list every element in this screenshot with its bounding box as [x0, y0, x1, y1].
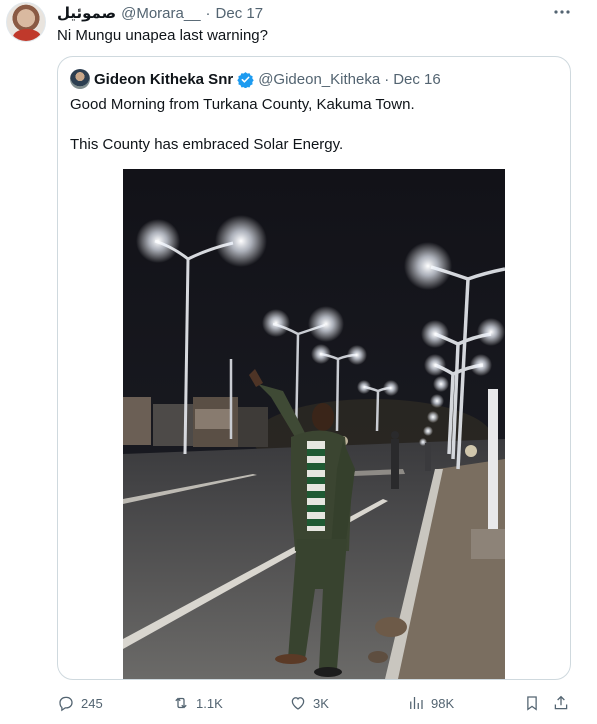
like-count: 3K [313, 695, 329, 711]
quoted-author-handle[interactable]: @Gideon_Kitheka [258, 71, 380, 88]
repost-count: 1.1K [196, 695, 223, 711]
views-button[interactable]: 98K [407, 690, 454, 716]
reply-button[interactable]: 245 [57, 690, 103, 716]
quoted-paragraph: This County has embraced Solar Energy. [70, 136, 344, 153]
views-chart-icon [410, 697, 423, 709]
more-icon[interactable] [551, 4, 573, 20]
quoted-date[interactable]: Dec 16 [393, 71, 441, 88]
tweet-date[interactable]: Dec 17 [216, 5, 264, 22]
views-count: 98K [431, 695, 455, 711]
like-button[interactable]: 3K [289, 690, 329, 716]
tweet-text: Ni Mungu unapea last warning? [57, 27, 268, 44]
author-avatar[interactable] [6, 2, 46, 42]
author-handle[interactable]: @Morara__ [121, 5, 200, 22]
header-separator: · [205, 4, 211, 22]
action-bar: 245 1.1K 3K 98K [0, 690, 597, 716]
quoted-tweet[interactable]: Gideon Kitheka Snr @Gideon_Kitheka · Dec… [57, 56, 571, 680]
quoted-text: Good Morning from Turkana County, Kakuma… [70, 95, 550, 155]
street-photo-illustration [123, 169, 505, 679]
quoted-photo[interactable] [123, 169, 505, 679]
bookmark-icon [527, 696, 537, 711]
tweet-header: صموئيل @Morara__ · Dec 17 [57, 3, 263, 23]
share-button[interactable] [552, 690, 570, 716]
heart-icon [291, 697, 305, 710]
quoted-separator: · [384, 70, 390, 88]
bookmark-button[interactable] [523, 690, 541, 716]
repost-icon [175, 697, 187, 709]
quoted-author-avatar[interactable] [70, 69, 90, 89]
repost-button[interactable]: 1.1K [172, 690, 223, 716]
quoted-paragraph: Good Morning from Turkana County, Kakuma… [70, 96, 415, 113]
tweet[interactable]: صموئيل @Morara__ · Dec 17 Ni Mungu unape… [0, 0, 597, 724]
more-dots-icon [554, 10, 570, 14]
author-name[interactable]: صموئيل [57, 4, 116, 22]
quoted-header: Gideon Kitheka Snr @Gideon_Kitheka · Dec… [70, 69, 441, 89]
reply-count: 245 [81, 695, 103, 711]
verified-badge-icon [237, 71, 254, 88]
share-icon [554, 695, 568, 710]
reply-icon [59, 696, 73, 712]
quoted-author-name[interactable]: Gideon Kitheka Snr [94, 71, 233, 88]
